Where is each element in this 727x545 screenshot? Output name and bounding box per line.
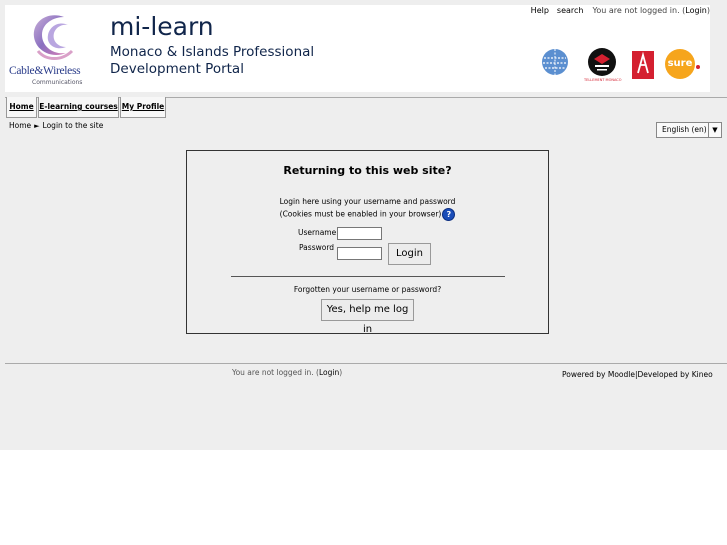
footer-login-link[interactable]: Login <box>319 368 339 377</box>
language-selected: English (en) <box>662 125 707 134</box>
nav-home[interactable]: Home <box>6 97 37 118</box>
sure-dot-icon <box>696 65 700 69</box>
nav-elearning-courses[interactable]: E-learning courses <box>38 97 119 118</box>
search-link[interactable]: search <box>557 6 584 15</box>
sure-logo: sure <box>665 49 695 79</box>
breadcrumb-separator-icon: ► <box>34 122 40 130</box>
login-button[interactable]: Login <box>388 243 431 265</box>
powered-by-text: Powered by Moodle|Developed by Kineo <box>562 370 713 379</box>
login-box: Returning to this web site? Login here u… <box>186 150 549 335</box>
red-partner-logo <box>632 51 654 79</box>
username-label: Username <box>298 228 337 237</box>
password-input[interactable] <box>337 247 382 260</box>
brand-sub: Communications <box>32 79 83 86</box>
brand-name: Cable&Wireless <box>9 65 81 77</box>
login-heading: Returning to this web site? <box>283 164 452 177</box>
breadcrumb-current: Login to the site <box>42 121 104 130</box>
header-links: Help search You are not logged in. (Login) <box>531 6 710 15</box>
nav-my-profile[interactable]: My Profile <box>120 97 166 118</box>
cw-swirl-icon <box>33 15 74 60</box>
site-subtitle-line1: Monaco & Islands Professional <box>110 44 315 60</box>
footer-divider <box>5 363 727 364</box>
password-label: Password <box>299 243 335 252</box>
cable-wireless-logo: Cable&Wireless Communications <box>8 11 96 91</box>
breadcrumb-home[interactable]: Home <box>9 121 31 130</box>
partner-logos: TELLEMENT MONACO sure <box>540 47 705 87</box>
login-intro-line1: Login here using your username and passw… <box>279 197 456 206</box>
monaco-logo-text: TELLEMENT MONACO <box>584 78 622 82</box>
monaco-circle-icon <box>588 48 616 76</box>
dropdown-arrow-icon: ▼ <box>708 123 721 137</box>
username-input[interactable] <box>337 227 382 240</box>
tellement-monaco-logo: TELLEMENT MONACO <box>584 47 622 87</box>
language-select[interactable]: English (en) ▼ <box>656 122 722 138</box>
globe-icon <box>542 49 568 75</box>
help-me-log-in-button[interactable]: Yes, help me log in <box>321 299 414 335</box>
forgot-password-text: Forgotten your username or password? <box>293 285 442 294</box>
help-question-icon[interactable]: ? <box>442 208 456 221</box>
header-login-link[interactable]: Login <box>685 6 707 15</box>
footer-login-status: You are not logged in. (Login) <box>232 368 343 377</box>
breadcrumb: Home ► Login to the site <box>9 121 103 130</box>
login-status: You are not logged in. (Login) <box>592 6 711 15</box>
help-link[interactable]: Help <box>531 6 549 15</box>
site-title: mi-learn <box>110 12 214 41</box>
login-divider <box>231 276 505 277</box>
header: Cable&Wireless Communications mi-learn M… <box>5 5 710 92</box>
login-intro-line2: (Cookies must be enabled in your browser… <box>187 208 548 221</box>
page-background: Cable&Wireless Communications mi-learn M… <box>0 0 727 450</box>
site-subtitle-line2: Development Portal <box>110 61 244 77</box>
